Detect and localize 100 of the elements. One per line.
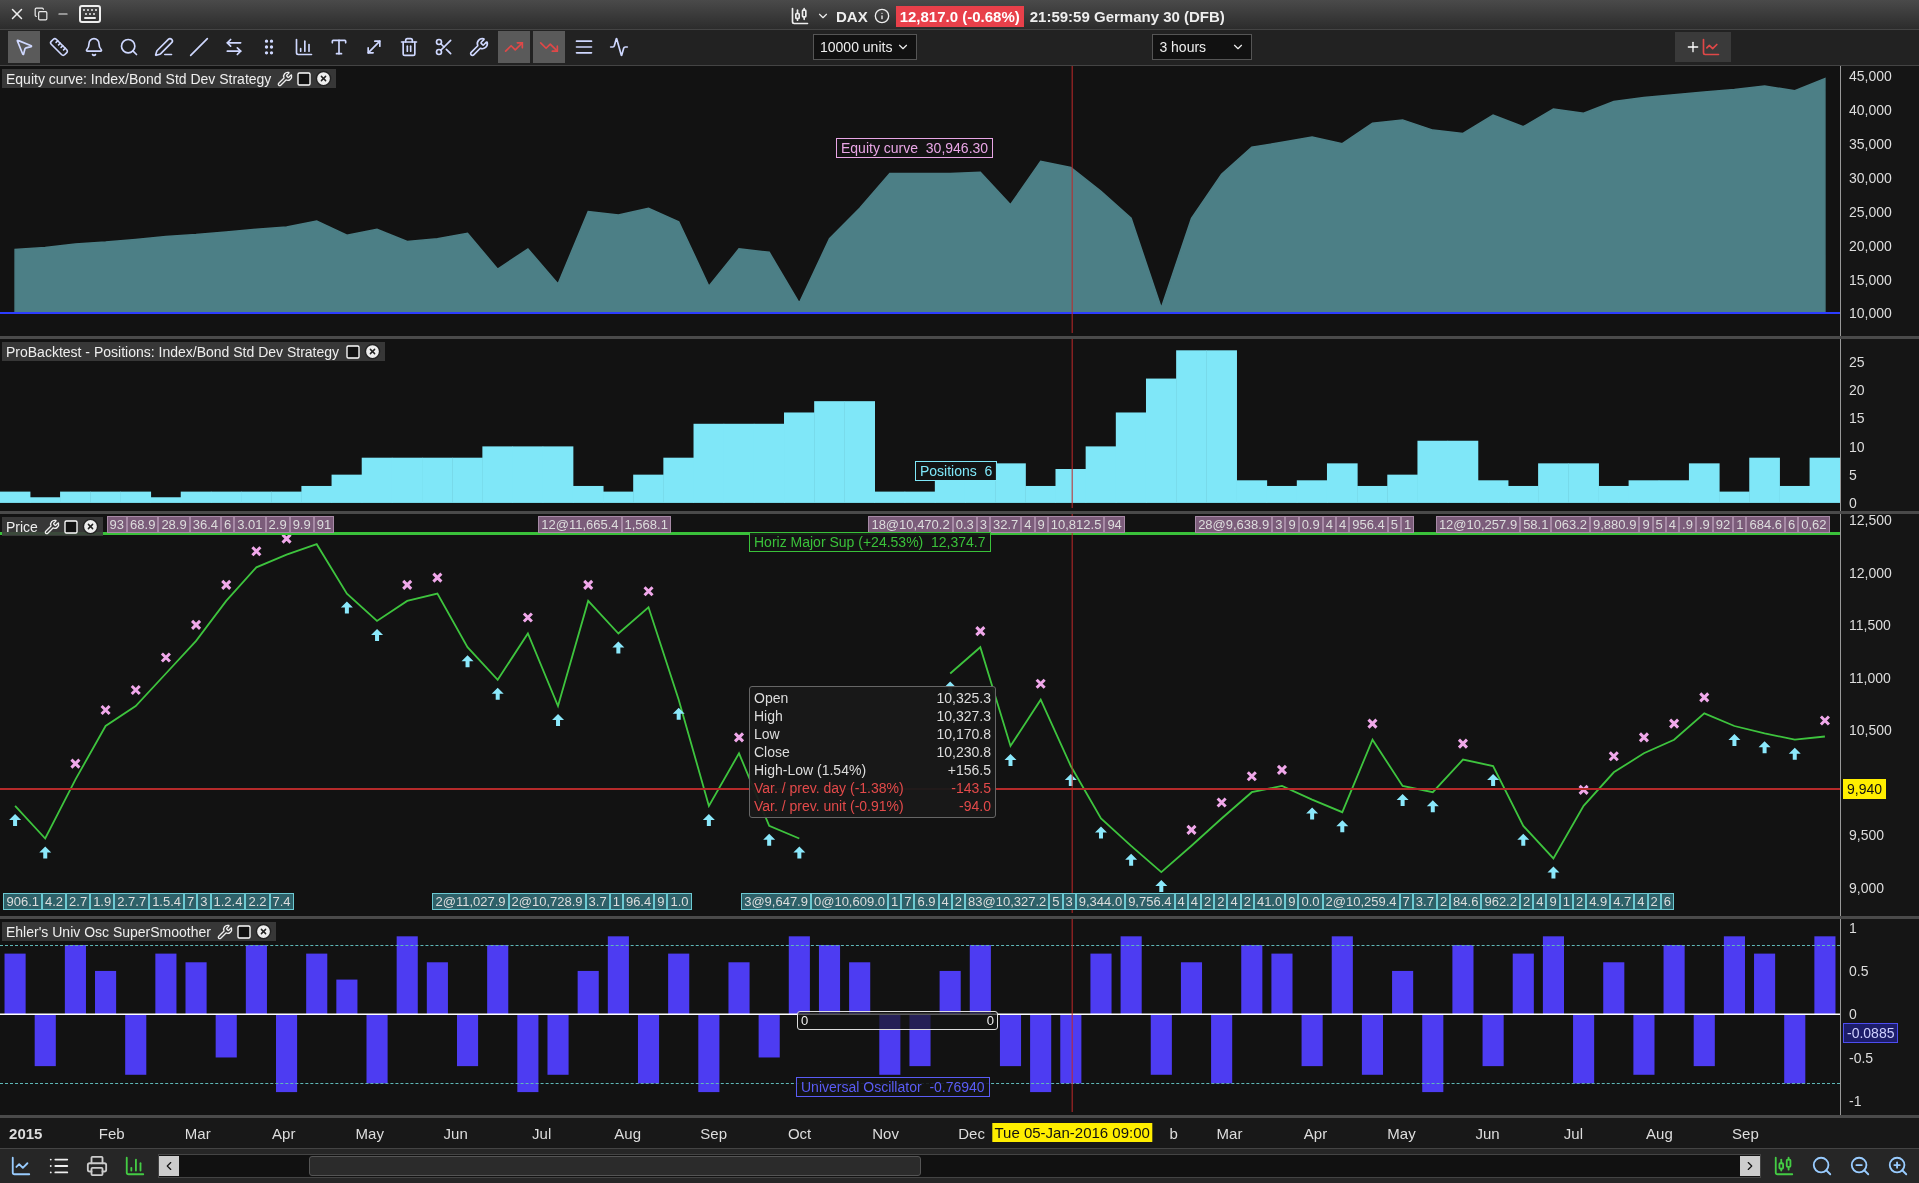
trade-label: 4 (1227, 893, 1241, 911)
trade-label: 91 (313, 516, 335, 534)
month-label: Jul (1563, 1125, 1584, 1143)
trade-label: 3@9,647.9 (741, 893, 811, 911)
trade-label: 4.2 (42, 893, 67, 911)
trade-label: 9 (1639, 516, 1653, 534)
axis-label: 11,000 (1849, 669, 1891, 686)
trade-label: 2.7.7 (114, 893, 150, 911)
instrument-name: DAX (836, 7, 868, 25)
trade-label: 7.4 (269, 893, 294, 911)
axis-label: 12,500 (1849, 512, 1892, 529)
trade-label: 3.7 (585, 893, 610, 911)
positions-readout: Positions 6 (915, 461, 998, 482)
zero-label: 0 (800, 1013, 810, 1029)
month-label: Jun (1475, 1125, 1500, 1143)
month-label: Oct (787, 1125, 812, 1143)
cursor-date: Tue 05-Jan-2016 09:00 (992, 1123, 1152, 1143)
month-label: Jul (532, 1125, 552, 1143)
trade-label: 0.9 (1298, 516, 1323, 534)
trade-label: 2@10,259.4 (1322, 893, 1400, 911)
axis-label: 9,000 (1849, 880, 1885, 897)
tooltip-label: High (754, 707, 784, 726)
tooltip-label: Open (754, 689, 790, 708)
trade-label: 84.6 (1450, 893, 1482, 911)
quote-badge: 12,817.0 (-0.68%) (895, 5, 1024, 27)
trade-label: 956.4 (1349, 516, 1388, 534)
trade-label: 32.7 (990, 516, 1022, 534)
axis-label: 12,000 (1849, 564, 1892, 581)
tooltip-value: 10,170.8 (936, 725, 991, 744)
trade-label: 4 (1634, 893, 1648, 911)
panel-title: Equity curve: Index/Bond Std Dev Strategy (6, 70, 272, 87)
trade-label: 9 (654, 893, 668, 911)
month-label: Aug (1646, 1125, 1673, 1143)
trade-label: 063.2 (1551, 516, 1590, 534)
trade-label: 28.9 (158, 516, 190, 534)
month-label: Dec (958, 1125, 985, 1143)
tooltip-value: 10,325.3 (936, 689, 991, 708)
trade-label: 9,880.9 (1590, 516, 1640, 534)
tooltip-label: Close (754, 743, 791, 762)
trade-label: 6 (1785, 516, 1799, 534)
month-label: Mar (1216, 1125, 1243, 1143)
axis-label: 10,500 (1849, 722, 1892, 739)
trade-label: 7 (901, 893, 915, 911)
trade-label: 684.6 (1746, 516, 1785, 534)
axis-label: 25 (1849, 353, 1865, 370)
trade-label: 9,344.0 (1075, 893, 1126, 911)
panel-title: Ehler's Univ Osc SuperSmoother (6, 923, 211, 940)
month-label: b (1169, 1125, 1178, 1143)
month-label: Nov (872, 1125, 899, 1143)
axis-label: 10 (1849, 438, 1865, 455)
trade-label: 0@10,609.0 (810, 893, 888, 911)
month-label: Sep (700, 1125, 727, 1143)
axis-label: 20,000 (1849, 237, 1892, 254)
trade-label: 1.5.4 (149, 893, 185, 911)
support-readout: Horiz Major Sup (+24.53%) 12,374.7 (749, 532, 991, 553)
trade-label: 0,62 (1798, 516, 1830, 534)
axis-label: 15,000 (1849, 271, 1892, 288)
tooltip-value: -94.0 (958, 797, 991, 816)
trade-label: 3 (197, 893, 211, 911)
month-label: Apr (1303, 1125, 1328, 1143)
axis-label: -1 (1849, 1092, 1862, 1109)
axis-label: 25,000 (1849, 203, 1892, 220)
trade-label: 7 (184, 893, 198, 911)
trade-label: 28@9,638.9 (1195, 516, 1273, 534)
trade-label: 2@10,728.9 (508, 893, 586, 911)
trade-label: 12@10,257.9 (1435, 516, 1521, 534)
trade-label: 1 (1733, 516, 1747, 534)
trade-label: 2.7 (66, 893, 91, 911)
tooltip-value: +156.5 (946, 761, 991, 780)
trade-label: 10,812.5 (1047, 516, 1105, 534)
trade-label: 2@11,027.9 (432, 893, 509, 911)
axis-label: 20 (1849, 382, 1865, 398)
trade-label: 3.01 (234, 516, 266, 534)
oscillator-readout: Universal Oscillator -0.76940 (796, 1077, 990, 1098)
tooltip-value: -143.5 (950, 779, 991, 798)
trade-label: 93 (106, 516, 128, 534)
axis-label: 5 (1849, 466, 1857, 483)
oscillator-value-tag: -0.0885 (1843, 1023, 1899, 1044)
trade-label: 9,756.4 (1125, 893, 1175, 911)
trade-label: 9 (1546, 893, 1560, 911)
trade-label: 0.0 (1298, 893, 1323, 911)
trade-label: 1.9 (90, 893, 115, 911)
trade-label: 12@11,665.4 (538, 516, 622, 534)
trade-label: 9 (1285, 516, 1299, 534)
trade-label: 9 (1285, 893, 1299, 911)
trade-label: 92 (1712, 516, 1734, 534)
month-label: 2015 (9, 1125, 43, 1143)
axis-label: 15 (1849, 410, 1865, 427)
panel-title: Price (6, 518, 38, 535)
tooltip-label: Var. / prev. day (-1.38%) (754, 779, 904, 798)
trade-label: 4.7 (1610, 893, 1635, 911)
market-status: 21:59:59 Germany 30 (DFB) (1029, 7, 1225, 25)
axis-label: 0 (1849, 495, 1857, 512)
trade-label: 1 (888, 893, 902, 911)
trade-label: 5 (1049, 893, 1063, 911)
trade-label: .9 (1679, 516, 1696, 534)
axis-label: 1 (1849, 919, 1857, 936)
axis-label: 0 (1849, 1006, 1857, 1023)
trade-label: 58.1 (1520, 516, 1552, 534)
panel-title: ProBacktest - Positions: Index/Bond Std Dev Strategy (6, 343, 340, 360)
